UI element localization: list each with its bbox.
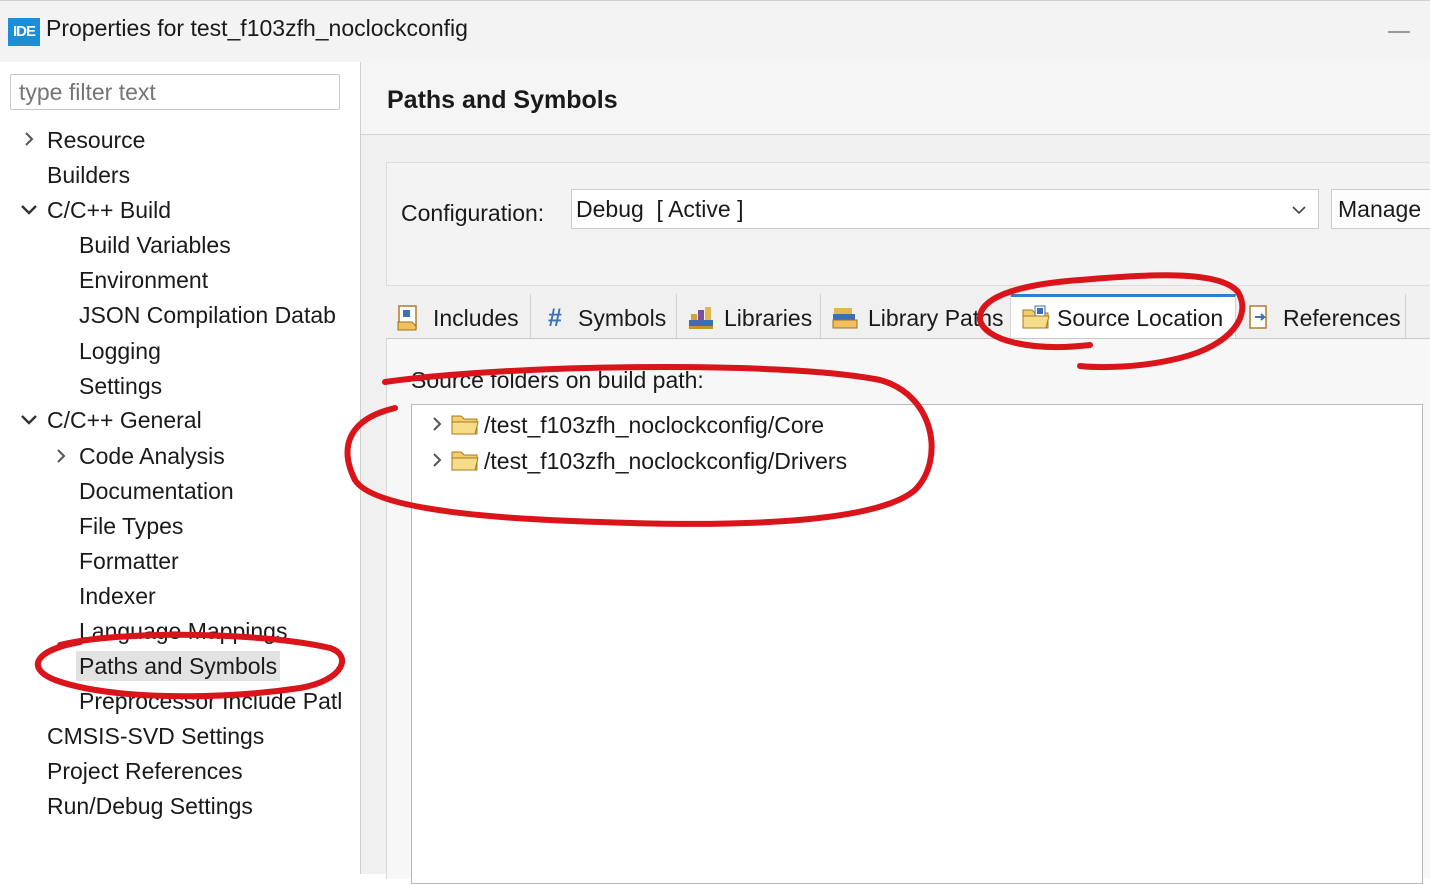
tree-item-logging[interactable]: Logging — [79, 336, 161, 366]
tab-label: Source Location — [1057, 305, 1224, 331]
tree-item-environment[interactable]: Environment — [79, 265, 208, 295]
manage-configurations-button[interactable]: Manage — [1331, 189, 1430, 229]
tree-item-settings[interactable]: Settings — [79, 371, 162, 401]
tab-label: Library Paths — [868, 305, 1004, 331]
folder-icon — [450, 448, 480, 480]
configuration-group: Configuration: Debug [ Active ] Manage — [386, 162, 1430, 286]
tab-libraries[interactable]: Libraries — [677, 294, 821, 338]
tree-item-cpp-general[interactable]: C/C++ General — [47, 405, 202, 435]
tree-item-cmsis-svd-settings[interactable]: CMSIS-SVD Settings — [47, 721, 264, 751]
library-paths-icon — [831, 304, 859, 332]
chevron-right-icon[interactable] — [422, 445, 452, 475]
tree-item-language-mappings[interactable]: Language Mappings — [79, 616, 287, 646]
references-icon — [1246, 304, 1274, 332]
tab-label: Includes — [433, 305, 519, 331]
configuration-value: Debug [ Active ] — [576, 196, 744, 222]
tab-source-location[interactable]: Source Location — [1011, 294, 1236, 338]
source-folder-path: /test_f103zfh_noclockconfig/Core — [484, 412, 825, 438]
property-page: Paths and Symbols Configuration: Debug [… — [361, 62, 1430, 884]
tree-item-indexer[interactable]: Indexer — [79, 581, 156, 611]
configuration-select[interactable]: Debug [ Active ] — [571, 189, 1319, 229]
tab-includes[interactable]: Includes — [386, 294, 531, 338]
libraries-icon — [687, 304, 715, 332]
chevron-down-icon[interactable] — [14, 195, 44, 225]
tree-item-cpp-build[interactable]: C/C++ Build — [47, 195, 171, 225]
chevron-down-icon — [1292, 202, 1306, 220]
tree-item-file-types[interactable]: File Types — [79, 511, 183, 541]
configuration-label: Configuration: — [401, 200, 545, 226]
chevron-down-icon[interactable] — [14, 405, 44, 435]
includes-icon — [396, 304, 424, 332]
hash-icon: # — [548, 304, 562, 332]
page-title: Paths and Symbols — [387, 86, 618, 114]
source-folders-label: Source folders on build path: — [411, 367, 704, 393]
tree-item-run-debug-settings[interactable]: Run/Debug Settings — [47, 791, 253, 821]
tree-item-code-analysis[interactable]: Code Analysis — [79, 441, 225, 471]
chevron-right-icon[interactable] — [14, 124, 44, 154]
source-folder-icon — [1021, 304, 1050, 332]
tree-item-formatter[interactable]: Formatter — [79, 546, 179, 576]
tree-item-builders[interactable]: Builders — [47, 160, 130, 190]
tab-label: Libraries — [724, 305, 813, 331]
tab-label: References — [1283, 305, 1401, 331]
minimize-icon[interactable] — [1388, 31, 1410, 33]
tab-library-paths[interactable]: Library Paths — [821, 294, 1011, 338]
tab-references[interactable]: References — [1236, 294, 1406, 338]
page-header: Paths and Symbols — [361, 62, 1430, 135]
chevron-right-icon[interactable] — [46, 441, 76, 471]
tab-label: Symbols — [578, 305, 667, 331]
tree-item-preprocessor-include-paths[interactable]: Preprocessor Include Patl — [79, 686, 342, 716]
title-bar: IDE Properties for test_f103zfh_noclockc… — [0, 0, 1430, 63]
filter-input[interactable] — [10, 74, 340, 110]
source-folders-list[interactable]: /test_f103zfh_noclockconfig/Core /test_f… — [411, 404, 1423, 884]
source-folder-path: /test_f103zfh_noclockconfig/Drivers — [484, 448, 848, 474]
tree-item-paths-and-symbols[interactable]: Paths and Symbols — [76, 651, 281, 681]
tree-item-resource[interactable]: Resource — [47, 125, 145, 155]
ide-app-icon: IDE — [8, 18, 40, 46]
tree-item-json-compilation-database[interactable]: JSON Compilation Datab — [79, 300, 336, 330]
tab-bar: Includes # Symbols Libraries Library Pat… — [386, 294, 1430, 339]
tree-item-project-references[interactable]: Project References — [47, 756, 243, 786]
tree-item-build-variables[interactable]: Build Variables — [79, 230, 231, 260]
window-title: Properties for test_f103zfh_noclockconfi… — [46, 15, 468, 41]
property-pages-tree: Resource Builders C/C++ Build Build Vari… — [0, 62, 361, 874]
folder-icon — [450, 412, 480, 444]
chevron-right-icon[interactable] — [422, 409, 452, 439]
tree-item-documentation[interactable]: Documentation — [79, 476, 234, 506]
source-location-panel: Source folders on build path: /test_f103… — [386, 339, 1430, 884]
tab-symbols[interactable]: # Symbols — [531, 294, 677, 338]
